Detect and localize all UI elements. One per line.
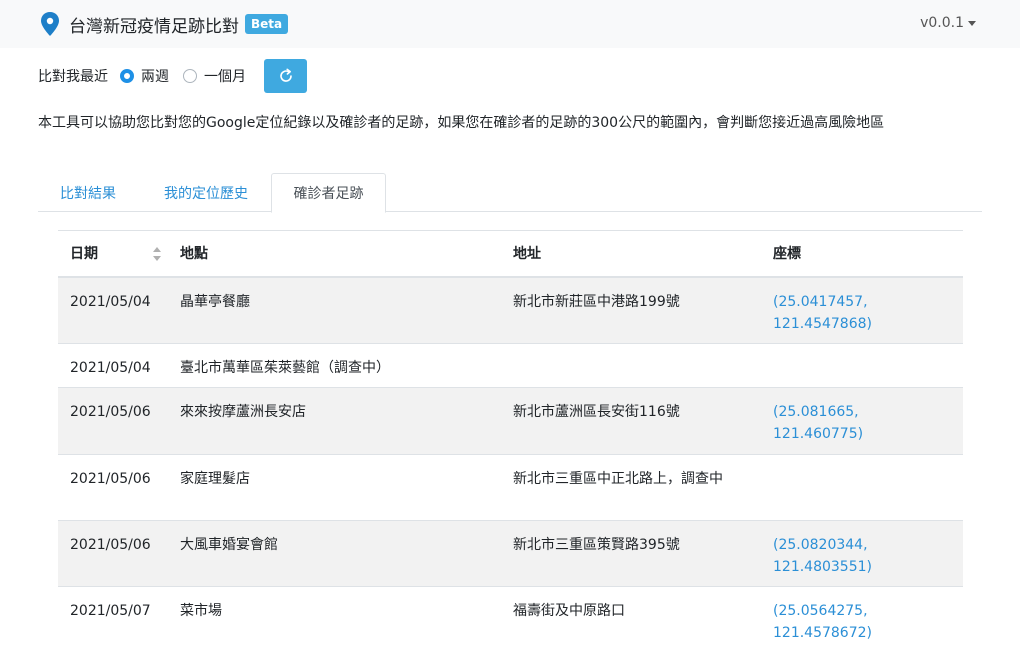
navbar: 台灣新冠疫情足跡比對 Beta v0.0.1 bbox=[0, 0, 1020, 48]
table-row: 2021/05/04 臺北市萬華區茱萊藝館（調查中） bbox=[58, 343, 963, 388]
cell-address: 福壽街及中原路口 bbox=[501, 586, 761, 653]
cell-coordinates-link[interactable]: (25.081665, 121.460775) bbox=[761, 387, 963, 455]
cell-date: 2021/05/04 bbox=[58, 276, 168, 344]
footprints-table: 日期 地點 地址 座標 2021/05/04 晶華亭餐廳 新北市新莊區中港路19… bbox=[58, 230, 963, 653]
cell-address: 新北市三重區中正北路上，調查中 bbox=[501, 454, 761, 521]
cell-address: 新北市蘆洲區長安街116號 bbox=[501, 387, 761, 455]
table-row: 2021/05/06 家庭理髮店 新北市三重區中正北路上，調查中 bbox=[58, 454, 963, 521]
caret-down-icon bbox=[968, 20, 976, 26]
footprints-table-wrap: 日期 地點 地址 座標 2021/05/04 晶華亭餐廳 新北市新莊區中港路19… bbox=[58, 230, 963, 653]
refresh-button[interactable] bbox=[264, 59, 307, 93]
column-header-date[interactable]: 日期 bbox=[58, 230, 168, 278]
radio-one-month-label[interactable]: 一個月 bbox=[204, 66, 246, 86]
compare-period-label: 比對我最近 bbox=[38, 69, 108, 85]
version-dropdown[interactable]: v0.0.1 bbox=[920, 15, 976, 31]
brand[interactable]: 台灣新冠疫情足跡比對 Beta bbox=[40, 12, 289, 37]
compare-period-row: 比對我最近 兩週 一個月 bbox=[38, 59, 307, 93]
column-header-date-label: 日期 bbox=[70, 246, 98, 263]
cell-address: 新北市新莊區中港路199號 bbox=[501, 276, 761, 344]
radio-one-month[interactable] bbox=[183, 69, 197, 83]
beta-badge: Beta bbox=[245, 14, 289, 34]
cell-date: 2021/05/06 bbox=[58, 454, 168, 521]
sort-icon[interactable] bbox=[152, 246, 162, 262]
cell-coordinates-link[interactable]: (25.0417457, 121.4547868) bbox=[761, 276, 963, 344]
tab-my-location-history[interactable]: 我的定位歷史 bbox=[141, 173, 271, 212]
map-pin-icon bbox=[41, 12, 59, 36]
cell-place: 大風車婚宴會館 bbox=[168, 520, 501, 587]
table-row: 2021/05/06 來來按摩蘆洲長安店 新北市蘆洲區長安街116號 (25.0… bbox=[58, 387, 963, 455]
cell-date: 2021/05/07 bbox=[58, 586, 168, 653]
cell-place: 晶華亭餐廳 bbox=[168, 276, 501, 344]
cell-date: 2021/05/06 bbox=[58, 520, 168, 587]
cell-coordinates-link[interactable] bbox=[761, 454, 963, 521]
cell-date: 2021/05/04 bbox=[58, 343, 168, 388]
radio-two-weeks[interactable] bbox=[120, 69, 134, 83]
column-header-coordinates: 座標 bbox=[761, 230, 963, 278]
table-header-row: 日期 地點 地址 座標 bbox=[58, 230, 963, 278]
tab-compare-results[interactable]: 比對結果 bbox=[38, 173, 138, 212]
cell-coordinates-link[interactable] bbox=[761, 343, 963, 388]
table-row: 2021/05/04 晶華亭餐廳 新北市新莊區中港路199號 (25.04174… bbox=[58, 276, 963, 344]
cell-date: 2021/05/06 bbox=[58, 387, 168, 455]
cell-address: 新北市三重區策賢路395號 bbox=[501, 520, 761, 587]
tab-bar: 比對結果 我的定位歷史 確診者足跡 bbox=[38, 173, 982, 213]
cell-place: 菜市場 bbox=[168, 586, 501, 653]
version-label: v0.0.1 bbox=[920, 15, 964, 31]
table-row: 2021/05/07 菜市場 福壽街及中原路口 (25.0564275, 121… bbox=[58, 586, 963, 653]
cell-address bbox=[501, 343, 761, 388]
cell-place: 家庭理髮店 bbox=[168, 454, 501, 521]
column-header-place: 地點 bbox=[168, 230, 501, 278]
column-header-address: 地址 bbox=[501, 230, 761, 278]
description-text: 本工具可以協助您比對您的Google定位紀錄以及確診者的足跡，如果您在確診者的足… bbox=[38, 115, 885, 131]
table-row: 2021/05/06 大風車婚宴會館 新北市三重區策賢路395號 (25.082… bbox=[58, 520, 963, 587]
refresh-icon bbox=[279, 68, 292, 82]
cell-place: 來來按摩蘆洲長安店 bbox=[168, 387, 501, 455]
app-title: 台灣新冠疫情足跡比對 bbox=[69, 16, 239, 37]
radio-two-weeks-label[interactable]: 兩週 bbox=[141, 66, 169, 86]
cell-coordinates-link[interactable]: (25.0820344, 121.4803551) bbox=[761, 520, 963, 587]
cell-place: 臺北市萬華區茱萊藝館（調查中） bbox=[168, 343, 501, 388]
cell-coordinates-link[interactable]: (25.0564275, 121.4578672) bbox=[761, 586, 963, 653]
tab-confirmed-footprints[interactable]: 確診者足跡 bbox=[271, 173, 386, 213]
